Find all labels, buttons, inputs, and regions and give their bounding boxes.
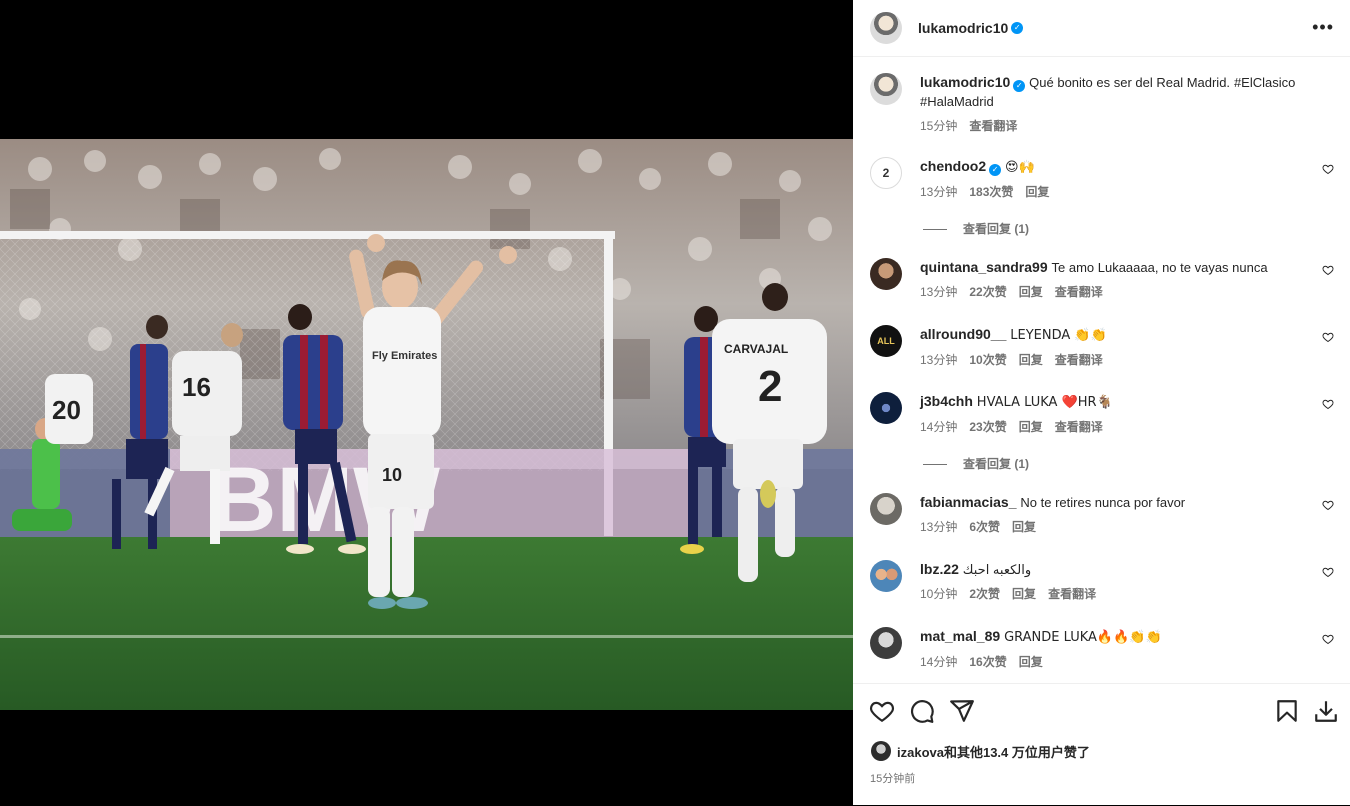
comment-avatar[interactable] bbox=[870, 493, 902, 525]
heart-icon[interactable] bbox=[1322, 163, 1334, 175]
reply-button[interactable]: 回复 bbox=[1012, 587, 1036, 601]
likes-summary[interactable]: izakova和其他13.4 万位用户赞了 bbox=[871, 741, 1090, 761]
media-viewer: BMW 20 16 Fly Emirates 10 CARVAJAL 2 bbox=[0, 0, 853, 805]
author-username[interactable]: lukamodric10 bbox=[918, 20, 1008, 36]
comment-avatar[interactable]: ALL bbox=[870, 325, 902, 357]
caption-avatar[interactable] bbox=[870, 73, 902, 105]
comment-username[interactable]: allround90__ bbox=[920, 326, 1006, 342]
comment-time: 13分钟 bbox=[920, 353, 958, 367]
verified-icon: ✓ bbox=[1011, 22, 1024, 34]
reply-button[interactable]: 回复 bbox=[1019, 420, 1043, 434]
author-avatar[interactable] bbox=[870, 12, 902, 44]
comment-text: No te retires nunca por favor bbox=[1020, 495, 1186, 510]
comment-avatar[interactable]: 2 bbox=[870, 157, 902, 189]
heart-icon[interactable] bbox=[1322, 566, 1334, 578]
comment-time: 13分钟 bbox=[920, 285, 958, 299]
view-replies-button[interactable]: 查看回复 (1) bbox=[923, 455, 1029, 472]
comment-likes[interactable]: 2次赞 bbox=[969, 587, 1000, 601]
post-header: lukamodric10 ✓ ••• bbox=[853, 0, 1350, 57]
comment-icon[interactable] bbox=[909, 698, 935, 724]
share-icon[interactable] bbox=[949, 698, 975, 724]
comment-time: 14分钟 bbox=[920, 655, 958, 669]
reply-button[interactable]: 回复 bbox=[1025, 185, 1049, 199]
comment-avatar[interactable] bbox=[870, 627, 902, 659]
hashtag-halamadrid[interactable]: #HalaMadrid bbox=[920, 94, 994, 109]
comment-text: LEYENDA 👏👏 bbox=[1010, 328, 1107, 343]
reply-button[interactable]: 回复 bbox=[1019, 285, 1043, 299]
save-icon[interactable] bbox=[1274, 698, 1300, 724]
comment-time: 13分钟 bbox=[920, 185, 958, 199]
comment-username[interactable]: j3b4chh bbox=[920, 393, 973, 409]
heart-icon[interactable] bbox=[1322, 264, 1334, 276]
comment-time: 10分钟 bbox=[920, 587, 958, 601]
reply-button[interactable]: 回复 bbox=[1012, 520, 1036, 534]
comment-avatar[interactable] bbox=[870, 392, 902, 424]
comment-text: 😍🙌 bbox=[1005, 160, 1035, 175]
comment-username[interactable]: mat_mal_89 bbox=[920, 628, 1000, 644]
comment-likes[interactable]: 183次赞 bbox=[969, 185, 1013, 199]
view-replies-button[interactable]: 查看回复 (1) bbox=[923, 220, 1029, 237]
more-icon[interactable]: ••• bbox=[1312, 18, 1334, 36]
comment-avatar[interactable] bbox=[870, 258, 902, 290]
liker-avatar[interactable] bbox=[871, 741, 891, 761]
player16-number: 16 bbox=[182, 372, 211, 402]
comment-text: GRANDE LUKA🔥🔥👏👏 bbox=[1004, 630, 1162, 645]
post-side-panel: lukamodric10 ✓ ••• lukamodric10 ✓ Qué bon… bbox=[853, 0, 1350, 805]
heart-icon[interactable] bbox=[1322, 633, 1334, 645]
hashtag-elclasico[interactable]: #ElClasico bbox=[1234, 75, 1295, 90]
comment-username[interactable]: chendoo2 bbox=[920, 158, 986, 174]
comment-username[interactable]: quintana_sandra99 bbox=[920, 259, 1048, 275]
reply-button[interactable]: 回复 bbox=[1019, 353, 1043, 367]
comment-avatar[interactable] bbox=[870, 560, 902, 592]
translate-button[interactable]: 查看翻译 bbox=[1048, 587, 1096, 601]
verified-icon: ✓ bbox=[1013, 80, 1026, 92]
comment-likes[interactable]: 23次赞 bbox=[969, 420, 1006, 434]
back-number: 2 bbox=[758, 362, 782, 411]
shirt-sponsor: Fly Emirates bbox=[372, 350, 437, 362]
translate-button[interactable]: 查看翻译 bbox=[1055, 353, 1103, 367]
comment-text: HVALA LUKA ❤️HR🐐 bbox=[976, 395, 1113, 410]
comments-list[interactable]: lukamodric10 ✓ Qué bonito es ser del Real… bbox=[853, 57, 1350, 683]
reply-button[interactable]: 回复 bbox=[1019, 655, 1043, 669]
comment-time: 14分钟 bbox=[920, 420, 958, 434]
modric-number: 10 bbox=[382, 465, 402, 485]
heart-icon[interactable] bbox=[1322, 331, 1334, 343]
match-photo-illustration: BMW 20 16 Fly Emirates 10 CARVAJAL 2 bbox=[0, 139, 853, 710]
likes-text[interactable]: izakova和其他13.4 万位用户赞了 bbox=[897, 742, 1090, 761]
caption-time: 15分钟 bbox=[920, 119, 958, 133]
heart-icon[interactable] bbox=[869, 698, 895, 724]
comment-likes[interactable]: 10次赞 bbox=[969, 353, 1006, 367]
post-photo[interactable]: BMW 20 16 Fly Emirates 10 CARVAJAL 2 bbox=[0, 139, 853, 710]
comment-text: والكعبه احبك bbox=[962, 562, 1032, 577]
comment-username[interactable]: fabianmacias_ bbox=[920, 494, 1017, 510]
comment-likes[interactable]: 6次赞 bbox=[969, 520, 1000, 534]
caption-text: Qué bonito es ser del Real Madrid. bbox=[1029, 75, 1231, 90]
left-player-number: 20 bbox=[52, 395, 81, 425]
verified-icon: ✓ bbox=[989, 164, 1002, 176]
download-icon[interactable] bbox=[1313, 698, 1339, 724]
comment-username[interactable]: lbz.22 bbox=[920, 561, 959, 577]
comment-text: Te amo Lukaaaaa, no te vayas nunca bbox=[1051, 260, 1268, 275]
translate-button[interactable]: 查看翻译 bbox=[1055, 420, 1103, 434]
translate-button[interactable]: 查看翻译 bbox=[1055, 285, 1103, 299]
heart-icon[interactable] bbox=[1322, 398, 1334, 410]
heart-icon[interactable] bbox=[1322, 499, 1334, 511]
caption-translate[interactable]: 查看翻译 bbox=[969, 119, 1017, 133]
comment-likes[interactable]: 22次赞 bbox=[969, 285, 1006, 299]
back-name: CARVAJAL bbox=[724, 342, 788, 356]
post-actions: izakova和其他13.4 万位用户赞了 15分钟前 bbox=[853, 683, 1350, 806]
post-timestamp: 15分钟前 bbox=[870, 773, 916, 785]
comment-likes[interactable]: 16次赞 bbox=[969, 655, 1006, 669]
comment-time: 13分钟 bbox=[920, 520, 958, 534]
caption-username[interactable]: lukamodric10 bbox=[920, 74, 1010, 90]
